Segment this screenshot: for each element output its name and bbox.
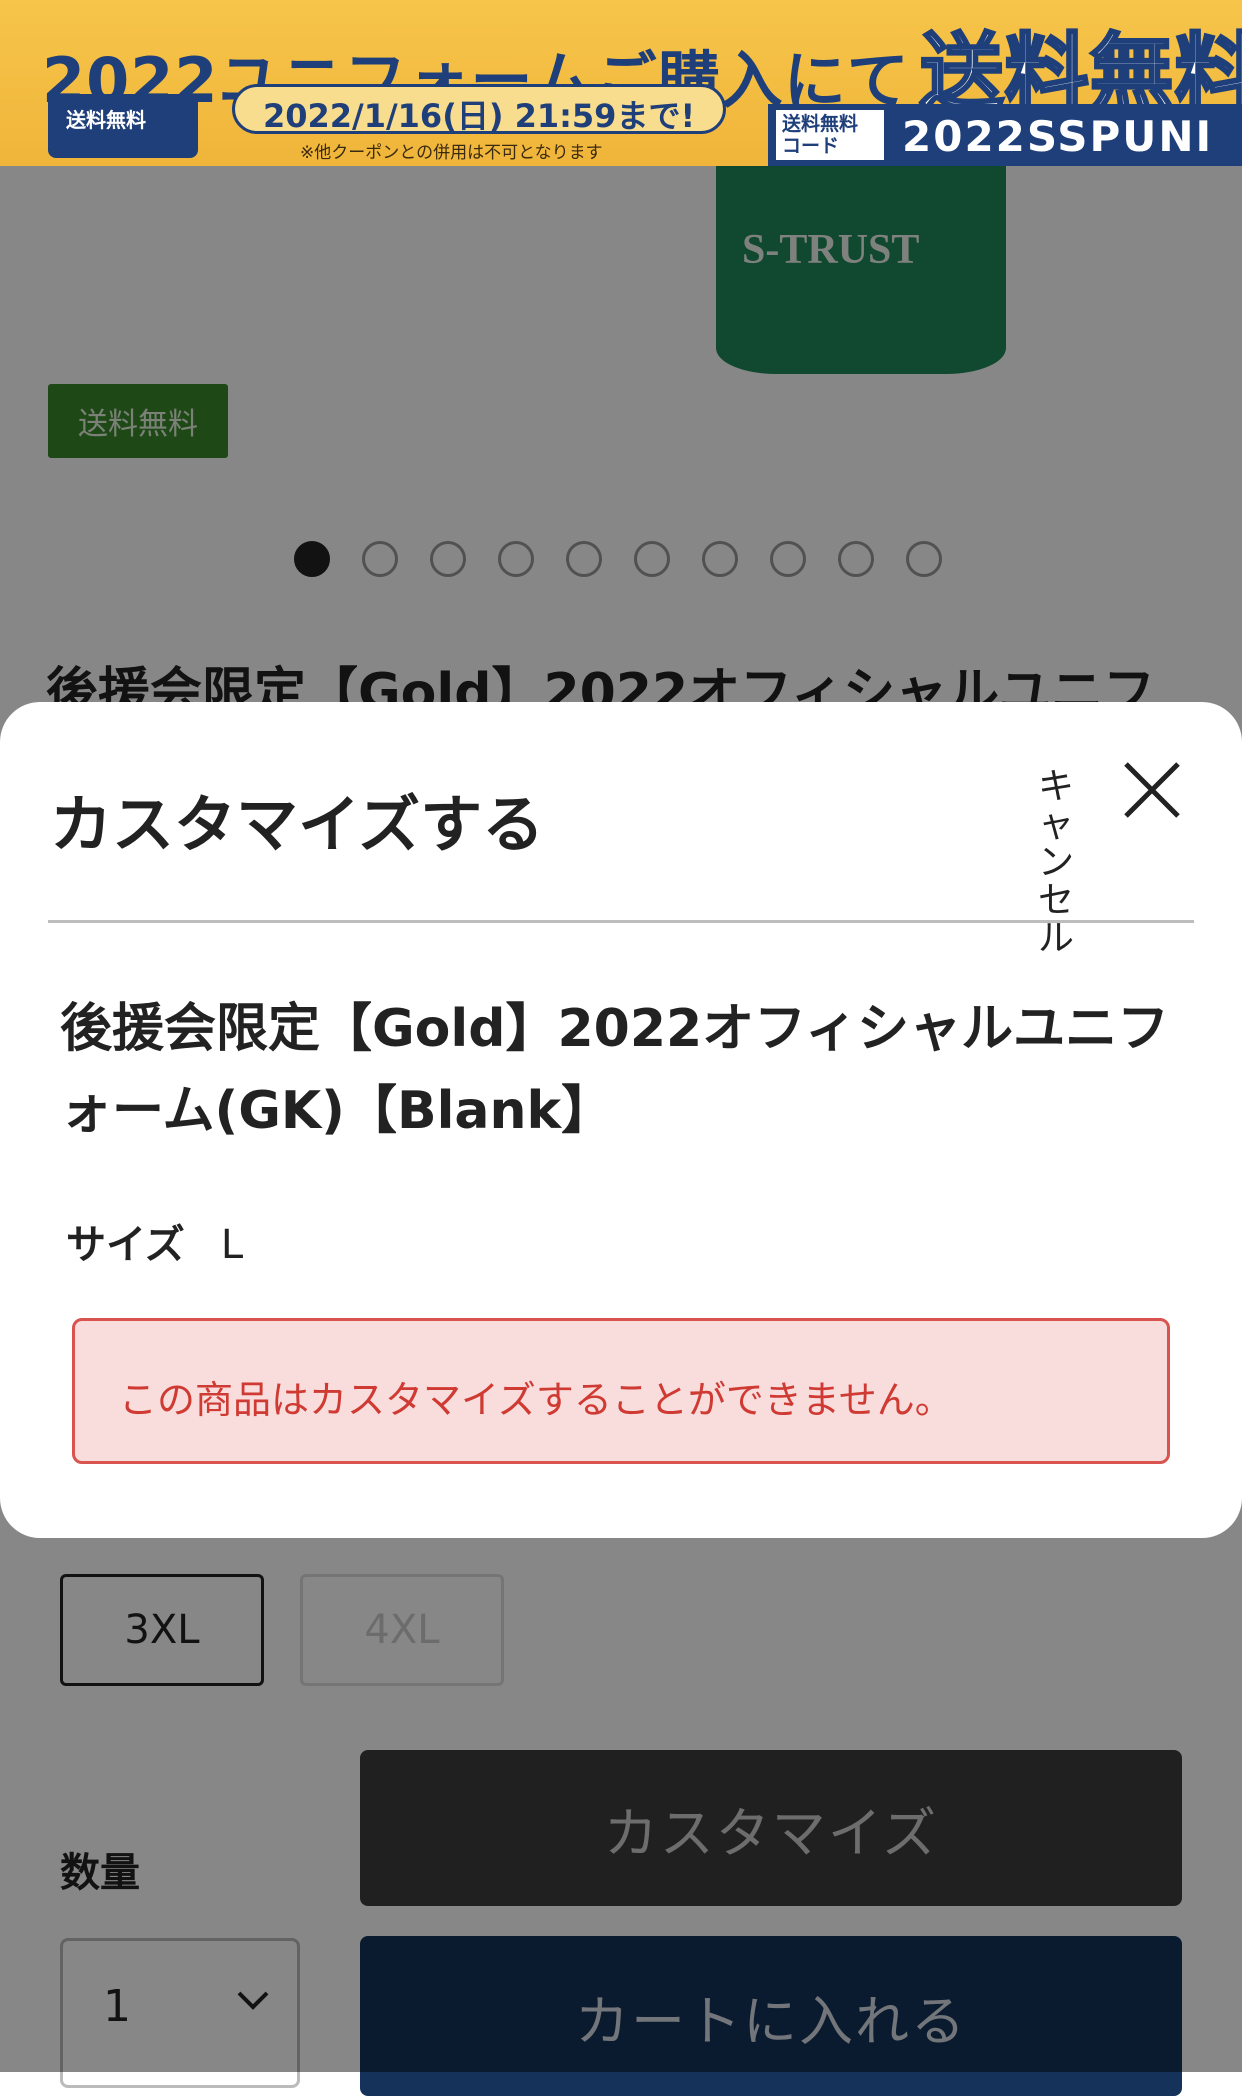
coupon-code-label: 送料無料 コード — [776, 110, 884, 160]
cancel-button[interactable]: キャンセル — [1036, 768, 1076, 958]
modal-divider — [48, 920, 1194, 923]
size-value: L — [220, 1222, 244, 1268]
customize-modal: カスタマイズする キャンセル 後援会限定【Gold】2022オフィシャルユニフォ… — [0, 702, 1242, 1538]
selected-size: サイズ L — [66, 1212, 243, 1270]
error-alert: この商品はカスタマイズすることができません。 — [72, 1318, 1170, 1464]
coupon-code-box: 送料無料 コード 2022SSPUNI — [768, 104, 1242, 166]
truck-icon: 送料無料 — [48, 94, 198, 158]
modal-product-name: 後援会限定【Gold】2022オフィシャルユニフォーム(GK)【Blank】 — [60, 999, 1170, 1141]
error-message: この商品はカスタマイズすることができません。 — [119, 1378, 953, 1422]
truck-label: 送料無料 — [66, 108, 146, 132]
size-label: サイズ — [66, 1222, 185, 1268]
coupon-code: 2022SSPUNI — [902, 112, 1214, 161]
close-icon[interactable] — [1122, 760, 1182, 820]
banner-deadline: 2022/1/16(日) 21:59まで! — [232, 84, 726, 135]
modal-title: カスタマイズする — [50, 788, 545, 861]
promo-banner[interactable]: 2022ユニフォームご購入にて 送料無料 送料無料 2022/1/16(日) 21… — [0, 0, 1242, 166]
banner-note: ※他クーポンとの併用は不可となります — [300, 143, 603, 163]
